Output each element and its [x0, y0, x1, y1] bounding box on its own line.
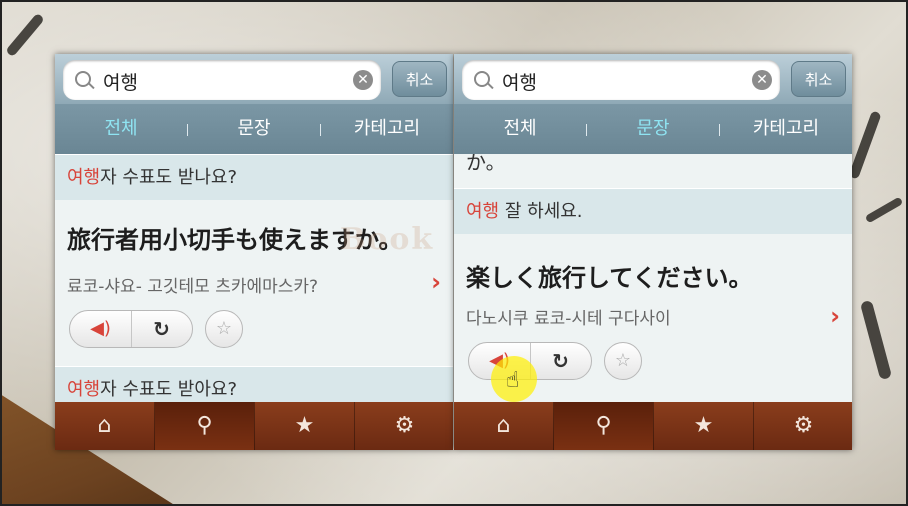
group-title: 잘 하세요. [499, 201, 583, 222]
clear-icon[interactable]: ✕ [752, 70, 772, 90]
keyword-highlight: 여행 [466, 201, 500, 222]
search-icon [474, 71, 490, 87]
nav-settings[interactable]: ⚙ [355, 402, 453, 450]
star-icon: ☆ [614, 350, 632, 371]
tab-category[interactable]: 카테고리 [321, 104, 453, 154]
star-icon: ★ [294, 413, 315, 438]
nav-search[interactable]: ⚲ [554, 402, 653, 450]
home-icon: ⌂ [97, 413, 112, 438]
keyword-highlight: 여행 [67, 167, 101, 188]
refresh-icon: ↻ [552, 349, 569, 373]
repeat-button[interactable]: ↻ [131, 311, 192, 347]
search-value: 여행 [103, 72, 138, 94]
gear-icon: ⚙ [394, 413, 415, 438]
group-header: 여행자 수표도 받나요? [55, 154, 453, 200]
nav-search[interactable]: ⚲ [155, 402, 254, 450]
search-input[interactable]: 여행 ✕ [462, 60, 780, 100]
nav-settings[interactable]: ⚙ [754, 402, 852, 450]
filter-tabs: 전체 문장 카테고리 [55, 104, 453, 154]
cancel-button[interactable]: 취소 [791, 61, 846, 97]
tab-sentence[interactable]: 문장 [587, 104, 719, 154]
nav-home[interactable]: ⌂ [55, 402, 154, 450]
play-audio-button[interactable]: ◀) [70, 311, 132, 347]
star-icon: ☆ [215, 318, 233, 339]
group-title: 자 수표도 받나요? [100, 167, 238, 188]
play-controls: ◀) ↻ [69, 310, 193, 348]
search-bar: 여행 ✕ 취소 [55, 54, 453, 104]
search-input[interactable]: 여행 ✕ [63, 60, 381, 100]
cancel-button[interactable]: 취소 [392, 61, 447, 97]
search-icon [75, 71, 91, 87]
speaker-icon: ◀) [90, 318, 111, 339]
favorite-button[interactable]: ☆ [604, 342, 642, 380]
group-header: 여행 잘 하세요. [454, 188, 852, 234]
previous-sentence-tail: か。 [466, 154, 506, 174]
filter-tabs: 전체 문장 카테고리 [454, 104, 852, 154]
nav-favorites[interactable]: ★ [255, 402, 354, 450]
result-list: 여행자 수표도 받나요? 旅行者用小切手も使えますか。 료코-샤요- 고깃테모 … [55, 154, 453, 402]
keyword-highlight: 여행 [67, 379, 101, 400]
pronunciation: 다노시쿠 료코-시테 구다사이 [466, 309, 671, 329]
gear-icon: ⚙ [793, 413, 814, 438]
favorite-button[interactable]: ☆ [205, 310, 243, 348]
tab-category[interactable]: 카테고리 [720, 104, 852, 154]
tab-sentence[interactable]: 문장 [188, 104, 320, 154]
bottom-nav: ⌂ ⚲ ★ ⚙ [55, 402, 453, 450]
nav-favorites[interactable]: ★ [654, 402, 753, 450]
japanese-sentence[interactable]: 楽しく旅行してください。 [466, 258, 753, 293]
tab-all[interactable]: 전체 [55, 104, 187, 154]
bottom-nav: ⌂ ⚲ ★ ⚙ [454, 402, 852, 450]
search-bar: 여행 ✕ 취소 [454, 54, 852, 104]
tab-all[interactable]: 전체 [454, 104, 586, 154]
nav-home[interactable]: ⌂ [454, 402, 553, 450]
refresh-icon: ↻ [153, 317, 170, 341]
hand-cursor-icon: ☝ [506, 368, 520, 393]
search-icon: ⚲ [196, 413, 213, 438]
group-header: 여행자 수표도 받아요? [55, 366, 453, 402]
star-icon: ★ [693, 413, 714, 438]
search-value: 여행 [502, 72, 537, 94]
home-icon: ⌂ [496, 413, 511, 438]
chevron-right-icon[interactable]: › [830, 302, 840, 330]
repeat-button[interactable]: ↻ [530, 343, 591, 379]
group-title: 자 수표도 받아요? [100, 379, 238, 400]
search-icon: ⚲ [595, 413, 612, 438]
watermark: Book [340, 222, 435, 257]
pronunciation: 료코-샤요- 고깃테모 츠카에마스카? [67, 277, 319, 297]
chevron-right-icon[interactable]: › [431, 268, 441, 296]
clear-icon[interactable]: ✕ [353, 70, 373, 90]
